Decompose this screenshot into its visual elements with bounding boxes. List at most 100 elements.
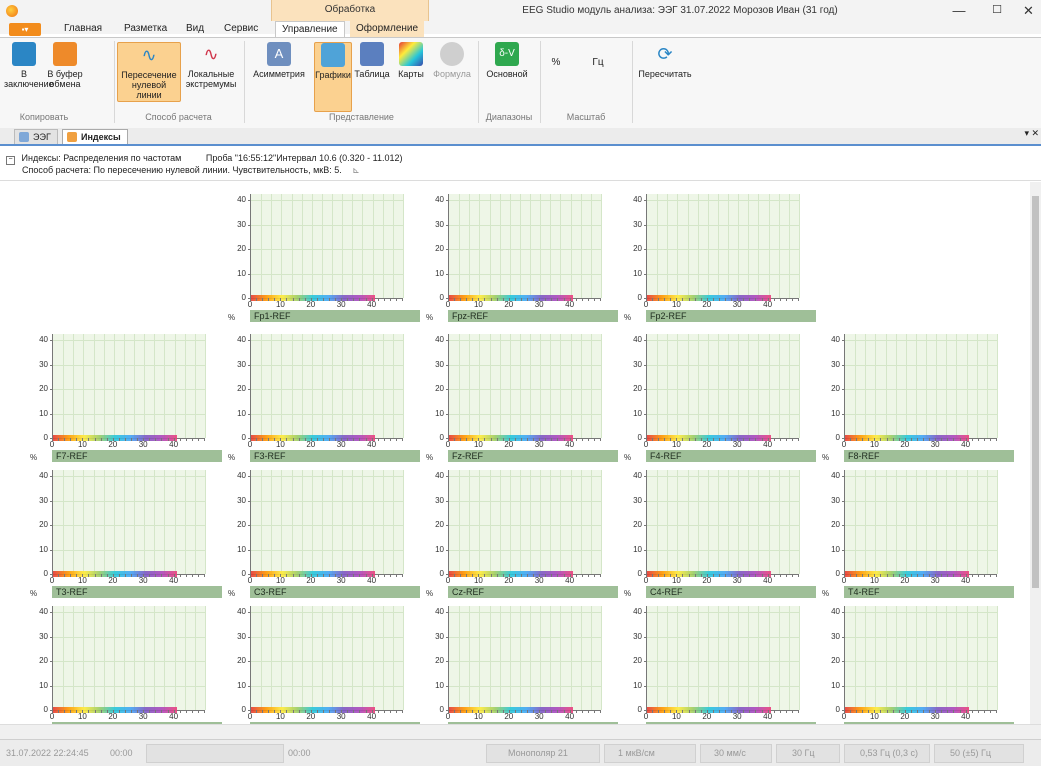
y-tick-label: 20 [237, 384, 246, 393]
grid-line [403, 470, 404, 574]
grid-line [281, 606, 282, 710]
grid-line [124, 470, 125, 574]
x-tick [587, 438, 589, 441]
grid-line [906, 470, 907, 574]
x-tick [161, 574, 163, 577]
grid-line [490, 334, 491, 438]
indexes-icon [67, 132, 77, 142]
table-button[interactable]: Таблица [352, 42, 392, 79]
group-divider [114, 41, 115, 123]
x-tick [298, 710, 300, 713]
maximize-button[interactable]: ☐ [978, 0, 1016, 21]
grid-line [647, 224, 799, 226]
plot-area [50, 334, 206, 439]
x-tick [466, 574, 468, 577]
app-menu-button[interactable]: ▪▾ [9, 23, 41, 36]
grid-line [510, 606, 511, 710]
copy-to-clipboard-button[interactable]: В буфер обмена [46, 42, 84, 89]
minimize-button[interactable]: — [940, 0, 978, 21]
recalculate-button[interactable]: ⟳ Пересчитать [636, 42, 694, 79]
grid-line [322, 470, 323, 574]
y-tick-label: 40 [237, 607, 246, 616]
grid-line [530, 470, 531, 574]
x-tick [749, 574, 751, 577]
expand-icon[interactable]: ⊾ [352, 165, 360, 175]
channel-chart: 0 10 20 30 40 0 10 20 30 40% T4-REF [820, 464, 1014, 598]
y-tick [446, 612, 449, 613]
y-tick [644, 476, 647, 477]
x-tick-label: 0 [643, 712, 649, 721]
tab-service[interactable]: Сервис [218, 21, 264, 37]
status-track-box[interactable] [146, 744, 284, 763]
grid-line [647, 476, 799, 477]
grid-line [154, 334, 155, 438]
x-tick [100, 574, 102, 577]
y-tick-label: 20 [39, 656, 48, 665]
grid-line [352, 470, 353, 574]
grid-line [322, 606, 323, 710]
y-tick-label: 40 [633, 195, 642, 204]
asymmetry-button[interactable]: A Асимметрия [249, 42, 309, 79]
x-tick [791, 574, 793, 577]
grid-line [530, 334, 531, 438]
pane-menu-button[interactable]: ▾ ✕ [1024, 128, 1039, 139]
vertical-scrollbar-thumb[interactable] [1032, 196, 1039, 588]
zero-crossing-button[interactable]: ∿ Пересечение нулевой линии [117, 42, 181, 102]
x-tick [749, 298, 751, 301]
x-tick [490, 710, 492, 713]
y-tick-label: 30 [831, 631, 840, 641]
y-tick [248, 685, 251, 687]
scale-percent-button[interactable]: % [546, 58, 566, 68]
grid-line [845, 549, 997, 551]
tab-design[interactable]: Оформление [350, 21, 425, 37]
x-tick [551, 298, 553, 301]
tab-view[interactable]: Вид [180, 21, 210, 37]
asymmetry-icon: A [267, 42, 291, 66]
x-tick [856, 574, 858, 577]
ranges-main-label: Основной [486, 69, 528, 79]
y-tick-label: 20 [39, 384, 48, 393]
y-tick [50, 636, 53, 638]
channel-label: T3-REF [52, 586, 222, 598]
x-tick [353, 574, 355, 577]
grid-line [799, 606, 800, 710]
x-tick [124, 574, 126, 577]
x-tick [989, 574, 991, 577]
x-tick [322, 438, 324, 441]
info-line-2: Способ расчета: По пересечению нулевой л… [22, 165, 360, 176]
channel-label: F8-REF [844, 450, 1014, 462]
vertical-scrollbar[interactable] [1030, 182, 1041, 724]
charts-button[interactable]: Графики [314, 42, 352, 112]
grid-line [956, 606, 957, 710]
tab-control[interactable]: Управление [275, 21, 345, 38]
x-tick [557, 710, 559, 713]
grid-line [997, 334, 998, 438]
ranges-main-button[interactable]: δ‑V Основной [482, 42, 532, 79]
scale-hz-button[interactable]: Гц [586, 58, 610, 68]
grid-line [591, 470, 592, 574]
formula-button[interactable]: Формула [430, 42, 474, 79]
tab-indexes[interactable]: Индексы [62, 129, 128, 144]
x-tick-label: 0 [643, 576, 649, 585]
y-tick [248, 340, 251, 341]
horizontal-scrollbar[interactable] [0, 724, 1041, 739]
tab-markup[interactable]: Разметка [118, 21, 173, 37]
y-tick [644, 340, 647, 341]
x-tick [496, 710, 498, 713]
copy-to-conclusion-button[interactable]: В заключение [4, 42, 54, 89]
info-divider [0, 180, 1041, 181]
x-tick-label: 30 [534, 440, 544, 449]
plot-area [842, 334, 998, 439]
tab-home[interactable]: Главная [58, 21, 108, 37]
grid-line [769, 470, 770, 574]
grid-line [362, 194, 363, 298]
x-tick [977, 710, 979, 713]
collapse-icon[interactable]: − [6, 156, 15, 165]
x-tick [383, 438, 385, 441]
maps-button[interactable]: Карты [394, 42, 428, 79]
x-tick-label: 0 [841, 440, 847, 449]
tab-eeg[interactable]: ЭЭГ [14, 129, 58, 144]
grid-line [251, 612, 403, 613]
local-extrema-button[interactable]: ∿ Локальные экстремумы [182, 42, 240, 89]
close-button[interactable]: ✕ [1016, 0, 1041, 21]
